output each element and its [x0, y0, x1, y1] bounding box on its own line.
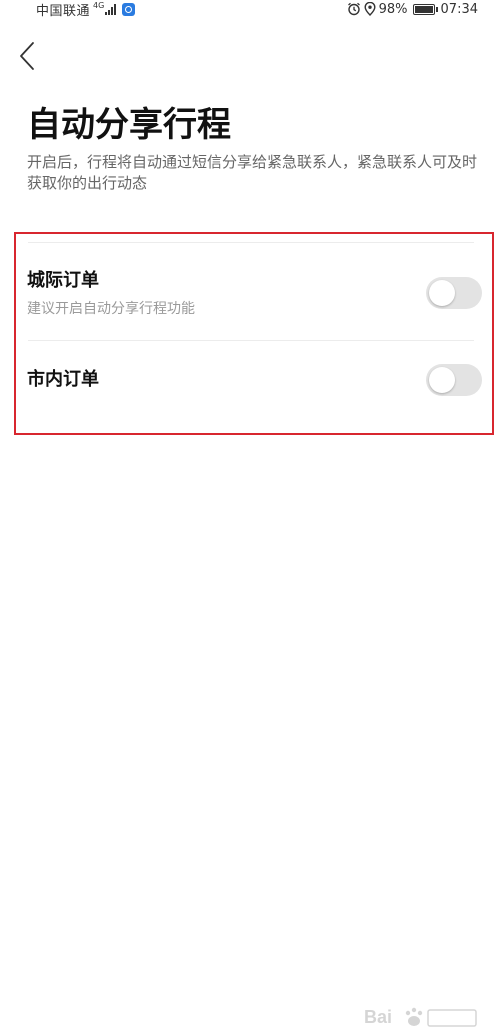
status-bar: 中国联通 4G 98% 07:34	[0, 0, 500, 19]
toggle-knob	[429, 280, 455, 306]
city-toggle[interactable]	[426, 364, 482, 396]
divider	[28, 340, 474, 341]
battery-icon	[412, 3, 438, 15]
setting-row-city[interactable]: 市内订单	[27, 368, 479, 394]
status-bar-left: 中国联通 4G	[36, 0, 136, 19]
location-icon	[364, 2, 376, 16]
page-title: 自动分享行程	[27, 105, 231, 145]
signal-icon	[105, 3, 117, 15]
setting-subtitle: 建议开启自动分享行程功能	[27, 301, 195, 317]
alarm-icon	[347, 2, 360, 16]
back-chevron-icon	[20, 42, 34, 70]
clock-time: 07:34	[440, 1, 478, 17]
carrier-name: 中国联通	[36, 3, 91, 19]
network-type: 4G	[93, 1, 105, 10]
intercity-toggle[interactable]	[426, 277, 482, 309]
app-notification-icon	[122, 2, 136, 16]
watermark-logo: Bai	[364, 1007, 477, 1027]
toggle-knob	[429, 367, 455, 393]
svg-text:Bai: Bai	[364, 1007, 392, 1027]
battery-percent: 98%	[378, 1, 408, 17]
page-description: 开启后，行程将自动通过短信分享给紧急联系人，紧急联系人可及时获取你的出行动态	[27, 153, 478, 192]
divider	[28, 242, 474, 243]
back-button[interactable]	[14, 40, 44, 72]
status-bar-right: 98% 07:34	[344, 0, 478, 18]
screen: 中国联通 4G 98% 07:34 自动分享行程 开启后，行程将自动通过短信分享…	[0, 0, 500, 1034]
setting-title: 城际订单	[27, 270, 99, 291]
setting-row-intercity[interactable]: 城际订单 建议开启自动分享行程功能	[27, 269, 479, 329]
setting-title: 市内订单	[27, 369, 99, 390]
highlight-box	[14, 232, 494, 435]
